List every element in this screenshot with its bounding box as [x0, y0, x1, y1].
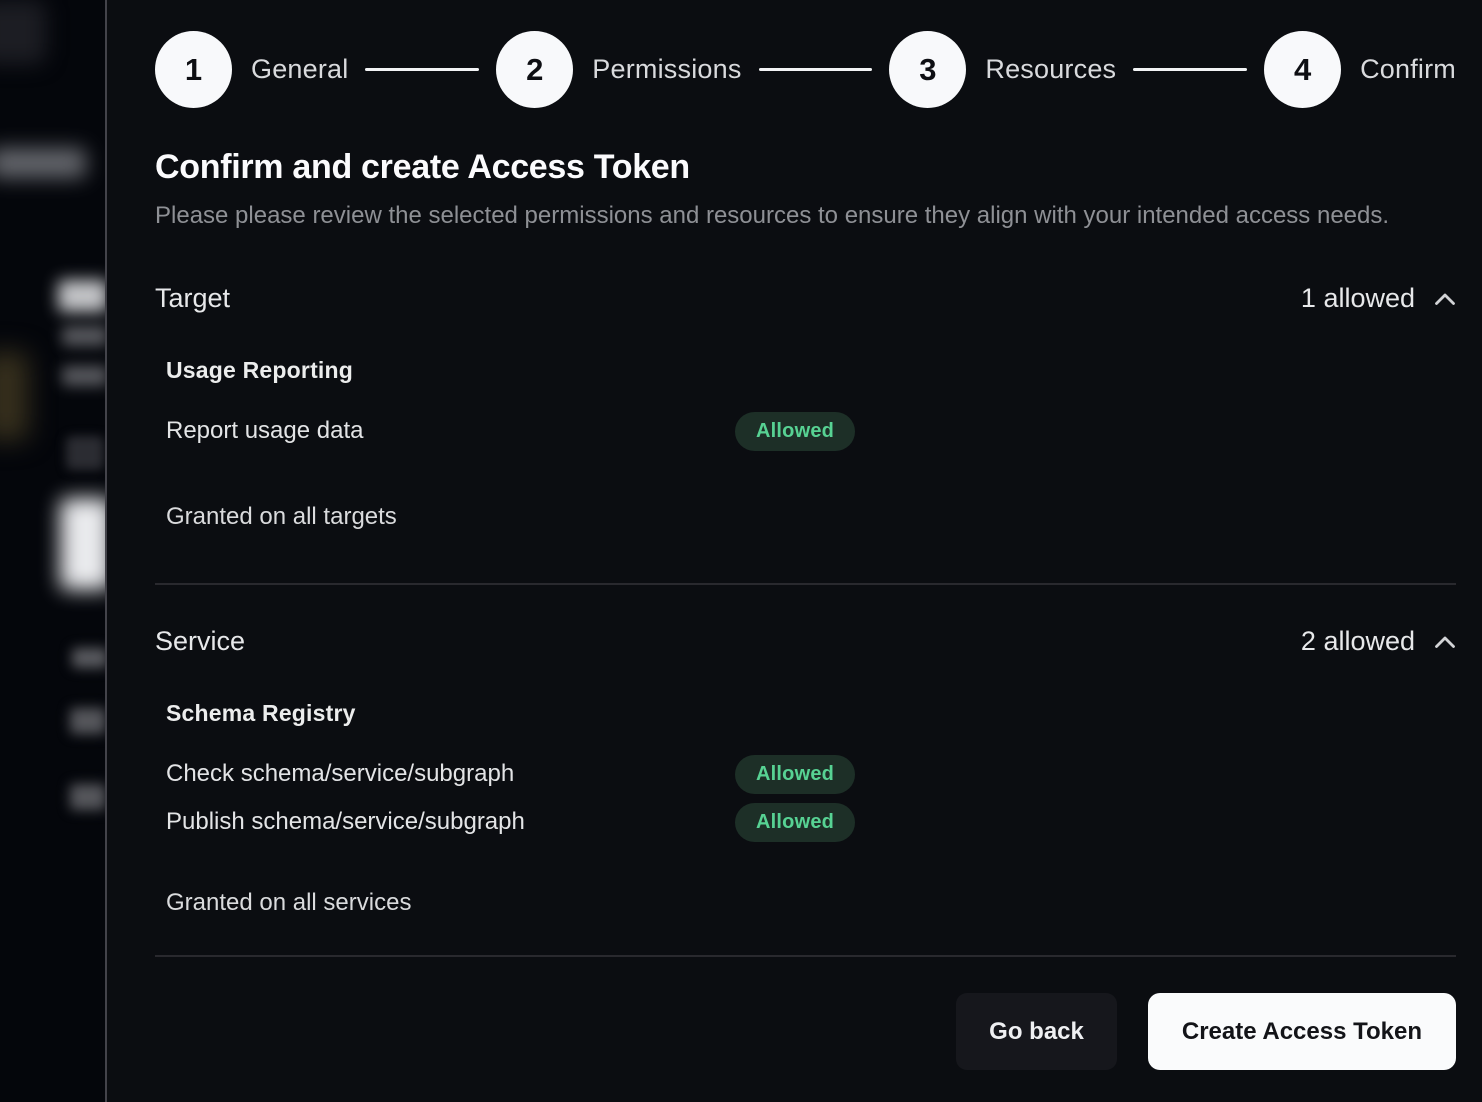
target-section-toggle[interactable]: 1 allowed	[1301, 283, 1456, 314]
step-connector-line	[1133, 68, 1247, 71]
section-title-service: Service	[155, 626, 245, 657]
step-general[interactable]: 1 General	[155, 31, 348, 108]
page-title: Confirm and create Access Token	[155, 148, 1456, 187]
permission-label: Report usage data	[166, 417, 735, 445]
service-allowed-count: 2 allowed	[1301, 626, 1415, 657]
permission-label: Publish schema/service/subgraph	[166, 808, 735, 836]
blurred-sidebar-text	[62, 366, 107, 386]
granted-note-services: Granted on all services	[166, 889, 1456, 917]
section-title-target: Target	[155, 283, 230, 314]
wizard-stepper: 1 General 2 Permissions 3 Resources 4 Co…	[155, 31, 1456, 108]
blurred-list-item	[72, 648, 107, 668]
step-label: Permissions	[592, 54, 741, 85]
chevron-up-icon	[1434, 635, 1456, 649]
create-access-token-modal: 1 General 2 Permissions 3 Resources 4 Co…	[105, 0, 1482, 1102]
blurred-sidebar-heading	[58, 280, 107, 312]
blurred-sidebar-text	[62, 326, 107, 346]
step-resources[interactable]: 3 Resources	[889, 31, 1116, 108]
blurred-icon-box	[66, 436, 104, 470]
group-name: Schema Registry	[166, 700, 1456, 727]
target-allowed-count: 1 allowed	[1301, 283, 1415, 314]
footer-divider	[155, 955, 1456, 957]
usage-reporting-group: Usage Reporting Report usage data Allowe…	[166, 357, 1456, 455]
granted-note-targets: Granted on all targets	[166, 503, 1456, 531]
step-number-circle: 3	[889, 31, 966, 108]
step-connector-line	[365, 68, 479, 71]
target-section-header: Target 1 allowed	[155, 283, 1456, 314]
step-label: Resources	[985, 54, 1116, 85]
blurred-nav-text	[0, 148, 86, 178]
status-badge: Allowed	[735, 755, 855, 794]
blurred-white-panel	[60, 498, 107, 590]
step-connector-line	[759, 68, 873, 71]
group-name: Usage Reporting	[166, 357, 1456, 384]
step-label: Confirm	[1360, 54, 1456, 85]
chevron-up-icon	[1434, 292, 1456, 306]
permission-row: Report usage data Allowed	[166, 407, 1456, 455]
modal-footer: Go back Create Access Token	[155, 993, 1456, 1070]
step-permissions[interactable]: 2 Permissions	[496, 31, 741, 108]
service-section-toggle[interactable]: 2 allowed	[1301, 626, 1456, 657]
blurred-list-item	[70, 708, 106, 734]
section-divider	[155, 583, 1456, 585]
step-confirm[interactable]: 4 Confirm	[1264, 31, 1456, 108]
status-badge: Allowed	[735, 803, 855, 842]
permission-row: Publish schema/service/subgraph Allowed	[166, 798, 1456, 846]
go-back-button[interactable]: Go back	[956, 993, 1117, 1070]
page-description: Please please review the selected permis…	[155, 196, 1395, 236]
blurred-app-logo	[0, 0, 46, 64]
schema-registry-group: Schema Registry Check schema/service/sub…	[166, 700, 1456, 846]
status-badge: Allowed	[735, 412, 855, 451]
service-section-header: Service 2 allowed	[155, 626, 1456, 657]
step-number-circle: 1	[155, 31, 232, 108]
blurred-list-item	[70, 784, 106, 810]
permission-label: Check schema/service/subgraph	[166, 760, 735, 788]
permission-row: Check schema/service/subgraph Allowed	[166, 750, 1456, 798]
blurred-app-backdrop	[0, 0, 107, 1102]
blurred-accent-shape	[0, 352, 28, 440]
step-number-circle: 4	[1264, 31, 1341, 108]
create-access-token-button[interactable]: Create Access Token	[1148, 993, 1456, 1070]
step-label: General	[251, 54, 348, 85]
step-number-circle: 2	[496, 31, 573, 108]
